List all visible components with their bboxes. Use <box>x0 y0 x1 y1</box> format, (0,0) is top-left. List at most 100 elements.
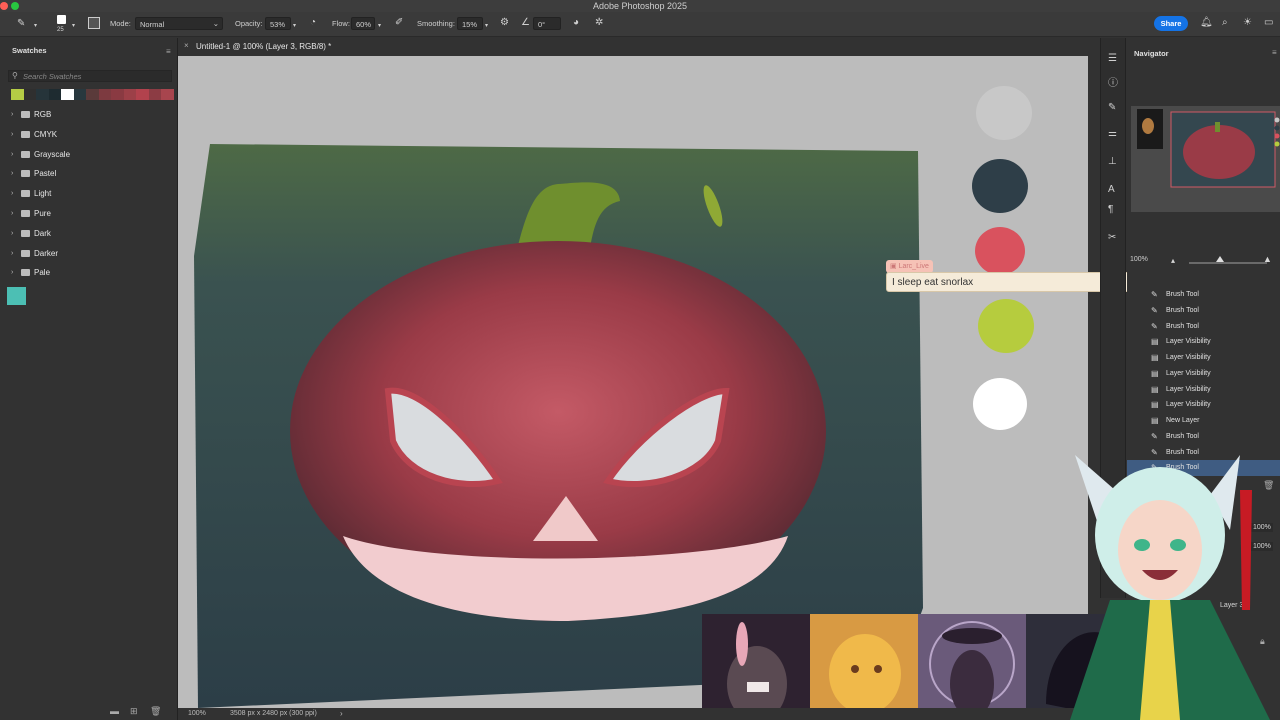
history-item[interactable]: ▤ New Layer <box>1127 413 1280 429</box>
chevron-right-icon[interactable]: › <box>11 131 13 138</box>
history-item[interactable]: ✎ Brush Tool <box>1127 429 1280 445</box>
swatch[interactable] <box>48 89 61 100</box>
clone-source-icon[interactable]: ⊥ <box>1108 156 1117 167</box>
new-swatch-icon[interactable]: ⊞ <box>130 706 138 717</box>
swatch[interactable] <box>148 89 161 100</box>
swatch-group[interactable]: › Pale <box>0 264 178 283</box>
adjustments-icon[interactable]: ⚌ <box>1108 128 1117 139</box>
chevron-right-icon[interactable]: › <box>11 250 13 257</box>
swatch-group[interactable]: › Light <box>0 185 178 204</box>
swatch-group[interactable]: › Pure <box>0 205 178 224</box>
character-icon[interactable]: A <box>1108 184 1115 195</box>
swatch[interactable] <box>136 89 149 100</box>
swatch-group[interactable]: › Pastel <box>0 165 178 184</box>
swatch[interactable] <box>11 89 24 100</box>
canvas[interactable] <box>178 56 1088 708</box>
swatch[interactable] <box>98 89 111 100</box>
title-bar: Adobe Photoshop 2025 <box>0 0 1280 12</box>
swatch[interactable] <box>23 89 36 100</box>
zoom-slider-handle[interactable] <box>1216 256 1224 262</box>
chevron-right-icon[interactable]: › <box>11 190 13 197</box>
gear-icon[interactable]: ⚙ <box>500 18 509 28</box>
angle-input[interactable]: 0° <box>533 17 561 30</box>
swatch[interactable] <box>123 89 136 100</box>
chevron-right-icon[interactable]: › <box>11 269 13 276</box>
swatch[interactable] <box>111 89 124 100</box>
airbrush-icon[interactable]: ✐ <box>395 18 403 28</box>
chevron-down-icon[interactable]: ▾ <box>293 21 296 31</box>
swatch-group[interactable]: › Dark <box>0 225 178 244</box>
light-icon[interactable]: ☀ <box>1243 18 1252 28</box>
pressure-opacity-icon[interactable]: ◔ <box>310 18 316 28</box>
chevron-right-icon[interactable]: › <box>11 170 13 177</box>
chevron-down-icon[interactable]: ▾ <box>72 21 75 31</box>
info-icon[interactable]: ⓘ <box>1108 74 1118 89</box>
navigator-preview[interactable] <box>1131 106 1280 212</box>
swatch[interactable] <box>161 89 174 100</box>
options-bar: ✎ ▾ 25 ▾ Mode: Normal ⌄ Opacity: 53% ▾ ◔ … <box>0 12 1280 37</box>
chevron-right-icon[interactable]: › <box>340 709 343 718</box>
brush-tool-icon[interactable]: ✎ <box>17 19 25 29</box>
chevron-down-icon[interactable]: ▾ <box>485 21 488 31</box>
paragraph-icon[interactable]: ¶ <box>1108 204 1113 215</box>
swatch-group[interactable]: › Grayscale <box>0 146 178 165</box>
history-item[interactable]: ▤ Layer Visibility <box>1127 382 1280 398</box>
chevron-down-icon[interactable]: ▾ <box>378 21 381 31</box>
history-item-label: Brush Tool <box>1166 291 1199 298</box>
history-item[interactable]: ▤ Layer Visibility <box>1127 366 1280 382</box>
flow-input[interactable]: 60% <box>351 17 375 30</box>
mode-select[interactable]: Normal ⌄ <box>135 17 223 30</box>
folder-icon <box>21 130 30 138</box>
brush-settings-icon[interactable]: ✎ <box>1108 102 1116 113</box>
swatch[interactable] <box>36 89 49 100</box>
zoom-in-icon[interactable]: ▲ <box>1263 254 1272 264</box>
swatch[interactable] <box>73 89 86 100</box>
tool-presets-icon[interactable]: ✂ <box>1108 232 1116 243</box>
symmetry-icon[interactable]: ✲ <box>595 18 603 28</box>
chevron-right-icon[interactable]: › <box>11 111 13 118</box>
navigator-zoom[interactable]: 100% <box>1130 256 1148 263</box>
history-item[interactable]: ✎ Brush Tool <box>1127 303 1280 319</box>
close-icon[interactable]: × <box>184 41 189 50</box>
document-icon: ▤ <box>1151 416 1159 425</box>
swatch[interactable] <box>7 287 26 305</box>
share-button[interactable]: Share <box>1154 16 1188 31</box>
swatch[interactable] <box>86 89 99 100</box>
panel-menu-icon[interactable]: ≡ <box>166 47 171 56</box>
pressure-size-icon[interactable]: ◕ <box>573 18 579 28</box>
zoom-level[interactable]: 100% <box>188 710 206 717</box>
folder-icon[interactable]: ▬ <box>110 706 119 716</box>
viewer-avatar-2 <box>810 614 918 720</box>
folder-icon <box>21 210 30 217</box>
history-item[interactable]: ✎ Brush Tool <box>1127 319 1280 335</box>
document-tab[interactable]: × Untitled-1 @ 100% (Layer 3, RGB/8) * <box>178 38 1100 56</box>
search-swatches-input[interactable]: ⚲ Search Swatches <box>8 70 172 82</box>
opacity-input[interactable]: 53% <box>265 17 291 30</box>
artwork <box>194 86 1034 708</box>
panel-menu-icon[interactable]: ≡ <box>1272 48 1277 57</box>
history-item[interactable]: ▤ Layer Visibility <box>1127 350 1280 366</box>
chevron-right-icon[interactable]: › <box>11 151 13 158</box>
swatch-group[interactable]: › Darker <box>0 245 178 264</box>
swatch[interactable] <box>61 89 74 100</box>
search-icon[interactable]: ⌕ <box>1222 18 1228 28</box>
history-item[interactable]: ▤ Layer Visibility <box>1127 397 1280 413</box>
smoothing-input[interactable]: 15% <box>457 17 483 30</box>
zoom-out-icon[interactable]: ▴ <box>1171 256 1175 265</box>
history-item-label: Layer Visibility <box>1166 354 1211 361</box>
properties-icon[interactable]: ☰ <box>1108 53 1117 64</box>
zoom-slider[interactable] <box>1189 262 1267 264</box>
chevron-down-icon[interactable]: ▾ <box>34 21 37 31</box>
trash-icon[interactable]: 🗑︎ <box>150 706 161 717</box>
history-item[interactable]: ✎ Brush Tool <box>1127 287 1280 303</box>
bell-icon[interactable]: 🔔︎ <box>1200 18 1213 28</box>
history-item[interactable]: ▤ Layer Visibility <box>1127 334 1280 350</box>
swatch-group[interactable]: › RGB <box>0 106 178 125</box>
brush-preset-icon[interactable] <box>57 15 66 24</box>
swatch-group[interactable]: › CMYK <box>0 126 178 145</box>
chevron-right-icon[interactable]: › <box>11 230 13 237</box>
chevron-right-icon[interactable]: › <box>11 210 13 217</box>
brush-settings-icon[interactable] <box>88 17 100 29</box>
history-item-label: Brush Tool <box>1166 432 1199 440</box>
workspace-icon[interactable]: ▭ <box>1264 18 1273 28</box>
